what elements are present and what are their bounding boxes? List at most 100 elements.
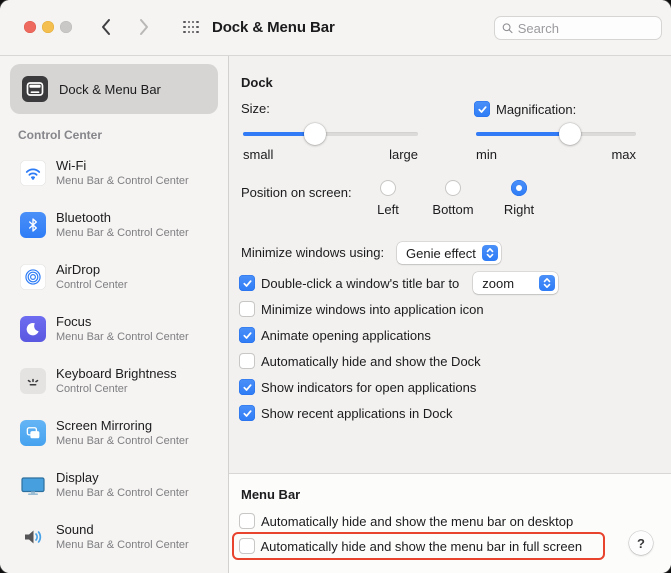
sidebar-item-bluetooth[interactable]: Bluetooth Menu Bar & Control Center xyxy=(0,199,228,251)
help-button[interactable]: ? xyxy=(629,531,653,555)
position-radio-right[interactable]: Right xyxy=(479,180,559,217)
sidebar-item-subtitle: Control Center xyxy=(56,279,128,291)
double-click-titlebar-checkbox-row[interactable]: Double-click a window's title bar to zoo… xyxy=(239,272,559,294)
wifi-icon xyxy=(20,160,46,186)
checkbox[interactable] xyxy=(239,301,255,317)
checkbox-label: Double-click a window's title bar to xyxy=(261,275,460,291)
sound-icon xyxy=(20,524,46,550)
hide-menu-bar-fullscreen-checkbox-row[interactable]: Automatically hide and show the menu bar… xyxy=(238,535,582,557)
sidebar-item-airdrop[interactable]: AirDrop Control Center xyxy=(0,251,228,303)
show-indicators-checkbox-row[interactable]: Show indicators for open applications xyxy=(239,376,476,398)
sidebar-item-screen-mirroring[interactable]: Screen Mirroring Menu Bar & Control Cente… xyxy=(0,407,228,459)
sidebar-item-label: Wi-Fi xyxy=(56,158,87,173)
checkbox[interactable] xyxy=(239,275,255,291)
sidebar-item-wifi[interactable]: Wi-Fi Menu Bar & Control Center xyxy=(0,147,228,199)
magnification-checkbox-row[interactable]: Magnification: xyxy=(474,98,576,120)
checkbox[interactable] xyxy=(239,353,255,369)
title-bar: Dock & Menu Bar xyxy=(0,0,671,56)
show-all-grid-button[interactable] xyxy=(183,20,199,34)
focus-icon xyxy=(20,316,46,342)
magnification-slider[interactable] xyxy=(476,123,636,145)
magnification-max-label: max xyxy=(611,147,636,162)
sidebar-item-label: Focus xyxy=(56,314,92,329)
magnification-min-label: min xyxy=(476,147,497,162)
dock-menu-bar-icon xyxy=(22,76,48,102)
display-icon xyxy=(20,472,46,498)
sidebar-item-dock-menu-bar[interactable]: Dock & Menu Bar xyxy=(10,64,218,114)
radio-icon[interactable] xyxy=(380,180,396,196)
checkbox[interactable] xyxy=(238,538,255,554)
screen-mirroring-icon xyxy=(20,420,46,446)
preferences-window: Dock & Menu Bar Dock & Menu Bar Control … xyxy=(0,0,671,573)
sidebar-item-focus[interactable]: Focus Menu Bar & Control Center xyxy=(0,303,228,355)
dropdown-value: zoom xyxy=(482,275,515,291)
help-label: ? xyxy=(637,535,645,551)
sidebar-item-subtitle: Menu Bar & Control Center xyxy=(56,331,189,343)
bluetooth-icon xyxy=(20,212,46,238)
sidebar-item-subtitle: Menu Bar & Control Center xyxy=(56,175,189,187)
sidebar-item-label: Dock & Menu Bar xyxy=(59,81,161,97)
checkbox-label: Show recent applications in Dock xyxy=(261,405,453,421)
sidebar-item-keyboard-brightness[interactable]: Keyboard Brightness Control Center xyxy=(0,355,228,407)
radio-label: Right xyxy=(503,202,535,217)
checkbox-label: Animate opening applications xyxy=(261,327,431,343)
checkmark-icon xyxy=(242,279,252,287)
forward-button[interactable] xyxy=(131,15,155,39)
sidebar-item-label: Bluetooth xyxy=(56,210,111,225)
minimize-effect-dropdown[interactable]: Genie effect xyxy=(397,242,501,264)
checkmark-icon xyxy=(242,331,252,339)
chevron-right-icon xyxy=(139,19,148,35)
search-input[interactable] xyxy=(517,20,654,36)
size-label: Size: xyxy=(241,101,270,116)
dropdown-value: Genie effect xyxy=(406,245,476,261)
magnification-checkbox[interactable] xyxy=(474,101,490,117)
close-button[interactable] xyxy=(24,21,36,33)
checkbox-label: Automatically hide and show the Dock xyxy=(261,353,481,369)
sidebar-section-header: Control Center xyxy=(18,128,102,142)
search-field[interactable] xyxy=(494,16,662,40)
sidebar-item-display[interactable]: Display Menu Bar & Control Center xyxy=(0,459,228,511)
checkmark-icon xyxy=(242,409,252,417)
size-min-label: small xyxy=(243,147,274,162)
slider-fill xyxy=(476,132,571,136)
page-title: Dock & Menu Bar xyxy=(212,19,335,36)
radio-icon[interactable] xyxy=(511,180,527,196)
titlebar-action-dropdown[interactable]: zoom xyxy=(473,272,559,294)
size-max-label: large xyxy=(389,147,418,162)
checkmark-icon xyxy=(242,383,252,391)
checkmark-icon xyxy=(477,105,487,113)
sidebar-item-label: AirDrop xyxy=(56,262,101,277)
chevron-up-down-icon xyxy=(539,275,556,291)
checkbox[interactable] xyxy=(239,513,255,529)
annotation-highlight-box: Automatically hide and show the menu bar… xyxy=(232,532,605,560)
sidebar-item-label: Display xyxy=(56,470,99,485)
sidebar-item-subtitle: Control Center xyxy=(56,383,128,395)
airdrop-icon xyxy=(20,264,46,290)
sidebar-item-subtitle: Menu Bar & Control Center xyxy=(56,487,189,499)
radio-icon[interactable] xyxy=(445,180,461,196)
size-slider[interactable] xyxy=(243,123,418,145)
chevron-left-icon xyxy=(101,19,110,35)
checkbox[interactable] xyxy=(239,379,255,395)
radio-label: Left xyxy=(377,202,399,217)
show-recent-apps-checkbox-row[interactable]: Show recent applications in Dock xyxy=(239,402,453,424)
slider-thumb[interactable] xyxy=(303,123,326,145)
checkbox-label: Automatically hide and show the menu bar… xyxy=(261,513,574,529)
zoom-button xyxy=(60,21,72,33)
sidebar-item-label: Keyboard Brightness xyxy=(56,366,177,381)
minimize-into-icon-checkbox-row[interactable]: Minimize windows into application icon xyxy=(239,298,484,320)
magnification-label: Magnification: xyxy=(496,101,577,117)
sidebar-item-sound[interactable]: Sound Menu Bar & Control Center xyxy=(0,511,228,563)
sidebar-item-subtitle: Menu Bar & Control Center xyxy=(56,227,189,239)
checkbox[interactable] xyxy=(239,327,255,343)
checkbox[interactable] xyxy=(239,405,255,421)
slider-thumb[interactable] xyxy=(559,123,582,145)
hide-menu-bar-desktop-checkbox-row[interactable]: Automatically hide and show the menu bar… xyxy=(239,510,573,532)
animate-opening-checkbox-row[interactable]: Animate opening applications xyxy=(239,324,431,346)
sidebar-item-subtitle: Menu Bar & Control Center xyxy=(56,539,189,551)
minimize-button[interactable] xyxy=(42,21,54,33)
back-button[interactable] xyxy=(93,15,117,39)
sidebar: Dock & Menu Bar Control Center Wi-Fi Menu… xyxy=(0,56,228,573)
auto-hide-dock-checkbox-row[interactable]: Automatically hide and show the Dock xyxy=(239,350,481,372)
traffic-lights xyxy=(24,21,72,33)
